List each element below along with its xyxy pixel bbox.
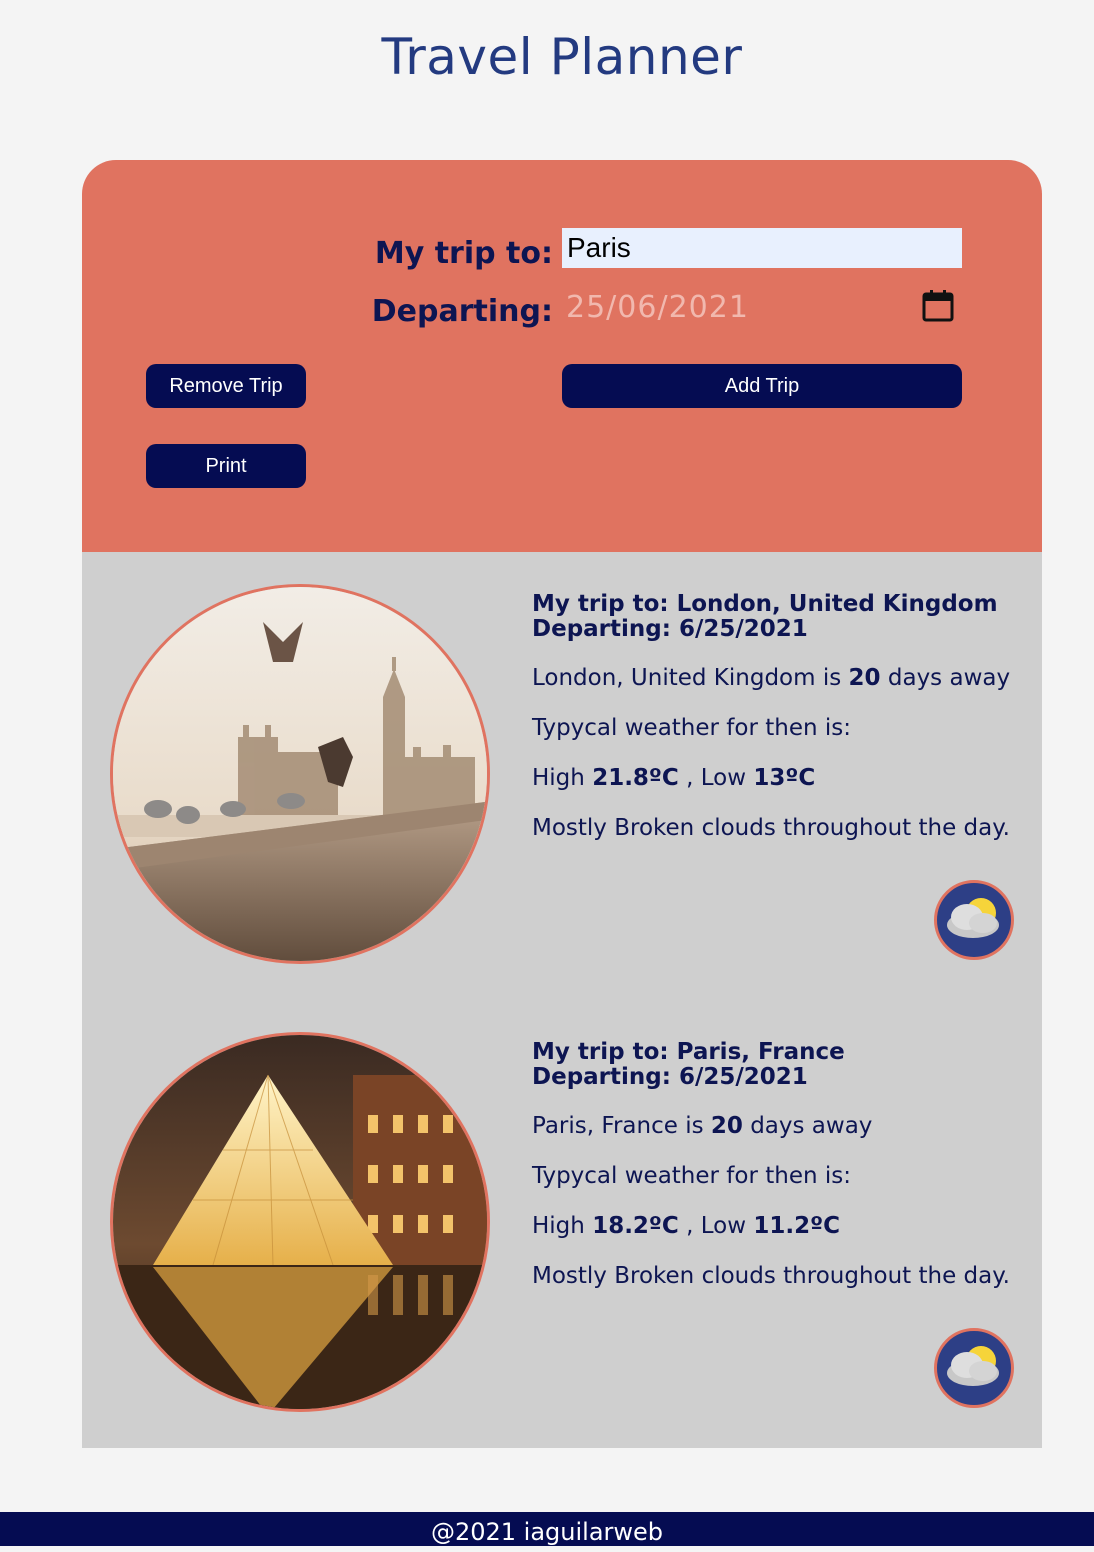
calendar-icon[interactable] [920,288,956,324]
trip-destination-title: My trip to: Paris, France [532,1039,845,1065]
add-trip-button[interactable]: Add Trip [562,364,962,408]
london-skyline-photo [110,584,490,964]
trip-card-london: My trip to: London, United Kingdom Depar… [82,552,1042,1000]
low-temp: 13ºC [753,765,816,791]
trip-details: My trip to: Paris, France Departing: 6/2… [532,1040,1032,1312]
trip-departing-title: Departing: 6/25/2021 [532,1064,808,1090]
is-text: is [822,665,842,691]
days-count: 20 [848,665,881,691]
weather-intro: Typycal weather for then is: [532,1163,851,1189]
trip-card-paris: My trip to: Paris, France Departing: 6/2… [82,1000,1042,1448]
days-away-text: Paris, France is 20 days away [532,1112,1032,1140]
temperature-text: High 18.2ºC , Low 11.2ºC [532,1212,1032,1240]
page-title: Travel Planner [381,28,743,86]
weather-description: Mostly Broken clouds throughout the day. [532,1263,1010,1289]
trip-place: Paris, France [532,1113,678,1139]
trip-form: My trip to: Departing: 25/06/2021 Remove… [82,160,1042,552]
louvre-pyramid-photo [110,1032,490,1412]
trip-place: London, United Kingdom [532,665,816,691]
high-temp: 18.2ºC [592,1213,679,1239]
weather-description: Mostly Broken clouds throughout the day. [532,815,1010,841]
low-temp: 11.2ºC [753,1213,840,1239]
is-text: is [685,1113,704,1139]
print-button[interactable]: Print [146,444,306,488]
trips-list: My trip to: London, United Kingdom Depar… [82,552,1042,1448]
weather-intro: Typycal weather for then is: [532,715,851,741]
days-away-label: days away [887,665,1011,691]
days-away-label: days away [750,1113,873,1139]
trip-heading: My trip to: Paris, France Departing: 6/2… [532,1040,1032,1090]
days-count: 20 [710,1113,743,1139]
low-label: , Low [686,765,747,791]
temperature-text: High 21.8ºC , Low 13ºC [532,764,1032,792]
departing-date-input[interactable]: 25/06/2021 [566,290,749,325]
footer-credit: @2021 iaguilarweb [430,1518,664,1546]
trip-destination-label: My trip to: [374,236,553,271]
departing-label: Departing: [371,294,553,329]
trip-details: My trip to: London, United Kingdom Depar… [532,592,1032,864]
trip-departing-title: Departing: 6/25/2021 [532,616,808,642]
remove-trip-button[interactable]: Remove Trip [146,364,306,408]
footer: @2021 iaguilarweb [0,1512,1094,1546]
days-away-text: London, United Kingdom is 20 days away [532,664,1032,692]
trip-destination-title: My trip to: London, United Kingdom [532,591,998,617]
high-label: High [532,1213,585,1239]
broken-clouds-icon [934,880,1014,960]
high-temp: 21.8ºC [592,765,679,791]
broken-clouds-icon [934,1328,1014,1408]
high-label: High [532,765,585,791]
destination-input[interactable] [562,228,962,268]
trip-heading: My trip to: London, United Kingdom Depar… [532,592,1032,642]
low-label: , Low [686,1213,747,1239]
